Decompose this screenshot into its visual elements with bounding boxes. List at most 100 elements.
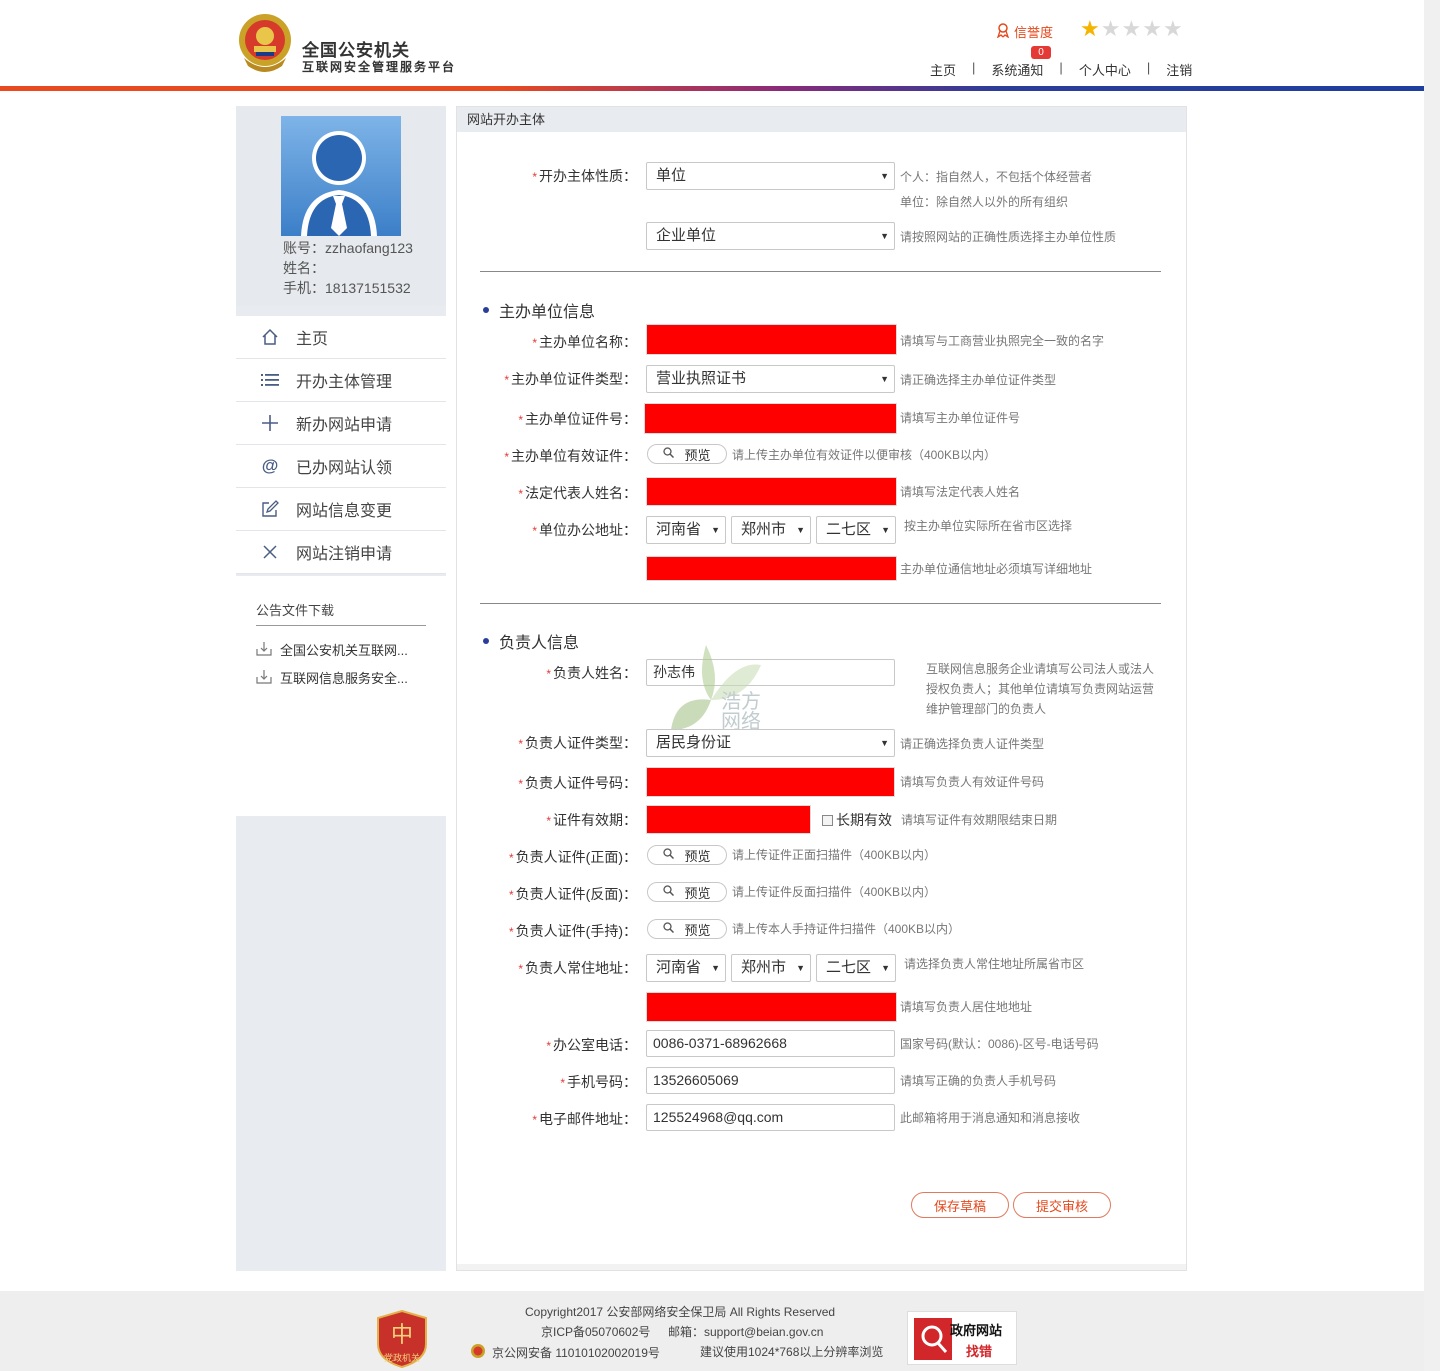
account-name: 姓名： [283,260,325,276]
dropdown-arrow-icon: ▼ [711,525,720,535]
save-draft-button[interactable]: 保存草稿 [911,1192,1009,1218]
footer-police-record[interactable]: 京公网安备 11010102002019号 [470,1343,660,1362]
cert-validity-label: * 证件有效期： [546,812,637,828]
sidebar-item-subject-manage[interactable]: 开办主体管理 [236,359,446,402]
email-input[interactable]: 125524968@qq.com [646,1104,895,1131]
unit-nature-select[interactable]: 企业单位 ▼ [646,222,895,250]
download-link[interactable]: 互联网信息服务安全... [256,668,431,687]
unit-city-select[interactable]: 郑州市 ▼ [731,516,811,544]
email-hint: 此邮箱将用于消息通知和消息接收 [900,1111,1081,1125]
unit-cert-no-hint: 请填写主办单位证件号 [900,411,1021,425]
unit-cert-type-hint: 请正确选择主办单位证件类型 [900,373,1057,387]
star-empty-icon: ★ [1100,16,1121,41]
unit-valid-cert-label: * 主办单位有效证件： [504,448,637,464]
downloads-panel: 公告文件下载 全国公安机关互联网... 互联网信息服务安全... [236,576,446,816]
cert-front-hint: 请上传证件正面扫描件（400KB以内） [732,848,937,862]
police-record-icon [470,1343,486,1362]
person-address-label: * 负责人常住地址： [518,960,637,976]
sidebar-item-label: 开办主体管理 [296,374,393,391]
unit-district-select[interactable]: 二七区 ▼ [816,516,896,544]
download-label: 互联网信息服务安全... [280,671,408,686]
person-district-select[interactable]: 二七区 ▼ [816,954,896,982]
mobile-label: * 手机号码： [560,1074,637,1090]
plus-icon [260,413,280,433]
person-cert-no-label: * 负责人证件号码： [518,775,637,791]
dropdown-arrow-icon: ▼ [796,963,805,973]
sidebar-item-new-site[interactable]: 新办网站申请 [236,402,446,445]
footer-email: 邮箱：support@beian.gov.cn [668,1325,824,1339]
person-name-hint-3: 维护管理部门的负责人 [926,702,1047,716]
cert-hold-preview-button[interactable]: 预览 [647,919,727,939]
mobile-input[interactable]: 13526605069 [646,1067,895,1094]
sidebar-item-claim-site[interactable]: @ 已办网站认领 [236,445,446,488]
legal-rep-input[interactable] [646,477,897,506]
nav-logout-link[interactable]: 注销 [1162,60,1196,79]
download-icon [256,641,272,659]
person-cert-no-input[interactable] [646,767,895,797]
sidebar-item-site-cancel[interactable]: 网站注销申请 [236,531,446,574]
unit-name-input[interactable] [646,324,897,355]
unit-valid-cert-hint: 请上传主办单位有效证件以便审核（400KB以内） [732,448,997,462]
unit-cert-preview-button[interactable]: 预览 [647,444,727,464]
magnifier-icon [663,922,675,936]
dropdown-arrow-icon: ▼ [796,525,805,535]
unit-cert-type-label: * 主办单位证件类型： [504,371,637,387]
unit-address-label: * 单位办公地址： [532,522,637,538]
dropdown-arrow-icon: ▼ [880,171,889,181]
submit-review-button[interactable]: 提交审核 [1013,1192,1111,1218]
cert-validity-hint: 请填写证件有效期限结束日期 [901,813,1058,827]
nav-profile-link[interactable]: 个人中心 [1075,60,1135,79]
unit-address-detail-input[interactable] [646,556,897,581]
sidebar-item-label: 网站注销申请 [296,546,393,563]
panel-bottom-bar [457,1264,1186,1270]
cert-validity-input[interactable] [646,805,811,834]
unit-province-select[interactable]: 河南省 ▼ [646,516,726,544]
sidebar-menu: 主页 开办主体管理 新办网站申请 @ 已办网站认领 网站信息变更 网站注销申请 [236,316,446,574]
subject-nature-select[interactable]: 单位 ▼ [646,162,895,190]
unit-cert-type-select[interactable]: 营业执照证书 ▼ [646,365,895,393]
person-name-hint-2: 授权负责人；其他单位请填写负责网站运营 [926,682,1155,696]
nav-home-link[interactable]: 主页 [926,60,960,79]
download-link[interactable]: 全国公安机关互联网... [256,640,431,659]
cert-hold-label: * 负责人证件(手持)： [509,923,637,939]
person-cert-no-hint: 请填写负责人有效证件号码 [900,775,1045,789]
cert-front-label: * 负责人证件(正面)： [509,849,637,865]
person-province-select[interactable]: 河南省 ▼ [646,954,726,982]
party-gov-badge[interactable]: 中 党政机关 [376,1309,428,1369]
email-label: * 电子邮件地址： [532,1111,637,1127]
legal-rep-hint: 请填写法定代表人姓名 [900,485,1021,499]
watermark-logo: 浩方 网络 [666,640,766,740]
person-name-hint-1: 互联网信息服务企业请填写公司法人或法人 [926,662,1155,676]
divider [480,271,1161,272]
credit-rating: 信誉度 [996,22,1053,41]
sidebar-item-label: 已办网站认领 [296,460,393,477]
sidebar-item-home[interactable]: 主页 [236,316,446,359]
platform-subtitle: 互联网安全管理服务平台 [302,60,457,74]
footer-icp[interactable]: 京ICP备05070602号 [541,1323,650,1340]
download-label: 全国公安机关互联网... [280,643,408,658]
cert-back-hint: 请上传证件反面扫描件（400KB以内） [732,885,937,899]
long-term-checkbox[interactable]: 长期有效 [822,810,892,830]
person-address-detail-input[interactable] [646,992,897,1022]
sidebar-item-site-change[interactable]: 网站信息变更 [236,488,446,531]
person-address-detail-hint: 请填写负责人居住地地址 [900,1000,1033,1014]
unit-address-hint: 按主办单位实际所在省市区选择 [904,519,1073,533]
edit-icon [260,499,280,519]
nav-notice-link[interactable]: 系统通知 [987,60,1047,79]
cert-front-preview-button[interactable]: 预览 [647,845,727,865]
gov-site-error-report-button[interactable]: 政府网站 找错 [907,1311,1017,1365]
list-icon [260,370,280,390]
person-cert-type-select[interactable]: 居民身份证 ▼ [646,729,895,757]
divider [480,603,1161,604]
dropdown-arrow-icon: ▼ [880,374,889,384]
cert-back-preview-button[interactable]: 预览 [647,882,727,902]
credit-label: 信誉度 [1014,25,1054,40]
footer-copyright: Copyright2017 公安部网络安全保卫局 All Rights Rese… [525,1305,836,1319]
party-gov-label: 党政机关 [384,1352,420,1364]
unit-cert-no-input[interactable] [644,403,897,434]
office-phone-input[interactable]: 0086-0371-68962668 [646,1030,895,1057]
person-city-select[interactable]: 郑州市 ▼ [731,954,811,982]
mobile-hint: 请填写正确的负责人手机号码 [900,1074,1057,1088]
star-empty-icon: ★ [1162,16,1183,41]
dropdown-arrow-icon: ▼ [881,963,890,973]
